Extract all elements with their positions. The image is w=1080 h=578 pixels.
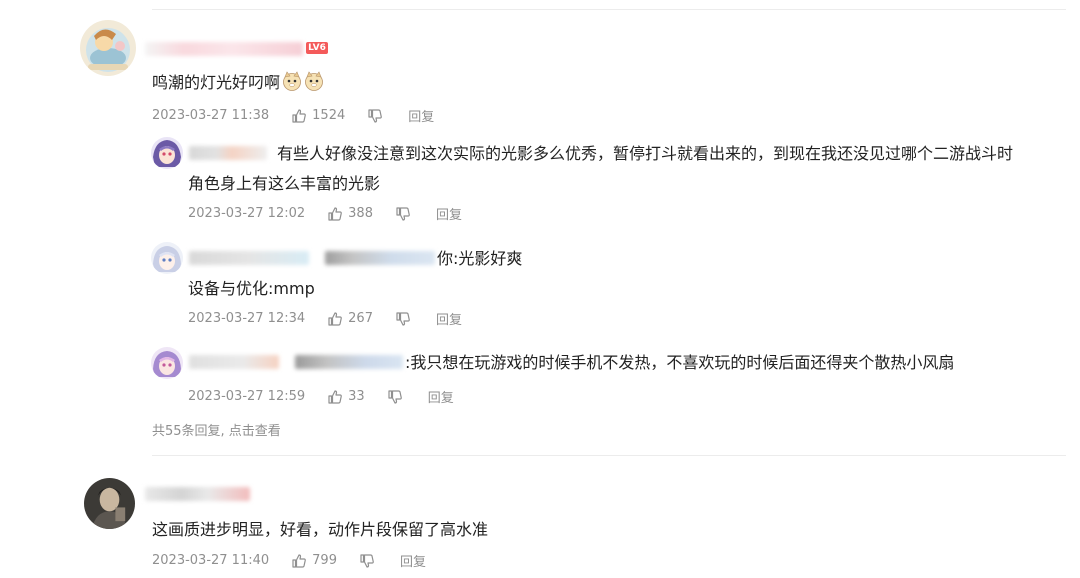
timestamp: 2023-03-27 12:02 (188, 206, 306, 221)
timestamp: 2023-03-27 12:59 (188, 389, 306, 404)
level-badge: LV6 (306, 42, 328, 54)
like-count: 1524 (312, 108, 346, 123)
avatar[interactable] (84, 478, 135, 529)
reply-text: :我只想在玩游戏的时候手机不发热，不喜欢玩的时候后面还得夹个散热小风扇 (405, 348, 954, 378)
reply-meta: 2023-03-27 12:59 33 回复 (188, 387, 454, 406)
comment-meta: 2023-03-27 11:38 1524 回复 (152, 106, 434, 125)
reply-text: 角色身上有这么丰富的光影 (188, 169, 380, 199)
divider (152, 455, 1066, 456)
comment-text: 这画质进步明显，好看，动作片段保留了高水准 (152, 515, 488, 545)
reply-body-line1: 有些人好像没注意到这次实际的光影多么优秀，暂停打斗就看出来的，到现在我还没见过哪… (277, 144, 1014, 163)
dislike-button[interactable] (387, 389, 408, 405)
thumbs-up-icon (328, 206, 343, 221)
timestamp: 2023-03-27 11:40 (152, 553, 270, 568)
reply-meta: 2023-03-27 12:02 388 回复 (188, 204, 462, 223)
reply-text: 你:光影好爽 (437, 244, 522, 274)
avatar[interactable] (151, 347, 183, 379)
avatar[interactable] (151, 137, 183, 169)
thumbs-down-icon (396, 206, 410, 221)
dislike-button[interactable] (367, 108, 388, 124)
username-masked[interactable] (189, 251, 309, 265)
thumbs-down-icon (368, 108, 383, 123)
avatar[interactable] (151, 242, 183, 274)
avatar-image (151, 347, 183, 379)
username-masked[interactable] (189, 146, 267, 160)
reply-button[interactable]: 回复 (408, 106, 434, 125)
reply-button[interactable]: 回复 (436, 309, 462, 328)
reply-text: 有些人好像没注意到这次实际的光影多么优秀，暂停打斗就看出来的，到现在我还没见过哪… (277, 139, 1013, 169)
thumbs-up-icon (328, 389, 343, 404)
dislike-button[interactable] (395, 311, 416, 327)
thumbs-down-icon (360, 553, 374, 568)
mention-masked (325, 251, 435, 265)
like-count: 388 (348, 206, 373, 221)
timestamp: 2023-03-27 11:38 (152, 108, 270, 123)
reply-body-line2: 角色身上有这么丰富的光影 (188, 174, 381, 193)
reply-text: 设备与优化:mmp (188, 274, 315, 304)
view-more-replies-link[interactable]: 共55条回复, 点击查看 (152, 420, 281, 439)
divider (152, 9, 1066, 10)
avatar-image (84, 478, 135, 529)
like-button[interactable]: 388 (327, 206, 373, 222)
reply-meta: 2023-03-27 12:34 267 回复 (188, 309, 462, 328)
comment-text: 鸣潮的灯光好叼啊 (152, 68, 324, 98)
comment-body: 这画质进步明显，好看，动作片段保留了高水准 (152, 520, 489, 539)
doge-emoji-icon (305, 71, 323, 91)
comment-body: 鸣潮的灯光好叼啊 (152, 73, 281, 92)
reply-button[interactable]: 回复 (436, 204, 462, 223)
like-button[interactable]: 799 (291, 553, 337, 569)
avatar-image (151, 242, 183, 274)
thumbs-down-icon (396, 311, 410, 326)
like-count: 33 (348, 389, 365, 404)
dislike-button[interactable] (395, 206, 416, 222)
avatar[interactable] (80, 20, 136, 76)
dislike-button[interactable] (359, 553, 380, 569)
thumbs-up-icon (292, 553, 307, 568)
comment-meta: 2023-03-27 11:40 799 回复 (152, 551, 426, 570)
username-masked[interactable] (189, 355, 279, 369)
mention-masked (295, 355, 403, 369)
avatar-image (151, 137, 183, 169)
username-masked[interactable] (145, 487, 250, 501)
reply-button[interactable]: 回复 (400, 551, 426, 570)
like-button[interactable]: 267 (327, 311, 373, 327)
like-button[interactable]: 33 (327, 389, 365, 405)
timestamp: 2023-03-27 12:34 (188, 311, 306, 326)
like-button[interactable]: 1524 (291, 108, 345, 124)
reply-body-line1: 你:光影好爽 (437, 249, 523, 268)
reply-body-line1: :我只想在玩游戏的时候手机不发热，不喜欢玩的时候后面还得夹个散热小风扇 (405, 353, 955, 372)
thumbs-down-icon (388, 389, 402, 404)
like-count: 267 (348, 311, 373, 326)
thumbs-up-icon (328, 311, 343, 326)
thumbs-up-icon (292, 108, 307, 123)
reply-body-line2: 设备与优化:mmp (188, 279, 315, 298)
username-masked[interactable] (145, 42, 303, 56)
doge-emoji-icon (283, 71, 301, 91)
avatar-image (80, 20, 136, 76)
reply-button[interactable]: 回复 (428, 387, 454, 406)
like-count: 799 (312, 553, 337, 568)
